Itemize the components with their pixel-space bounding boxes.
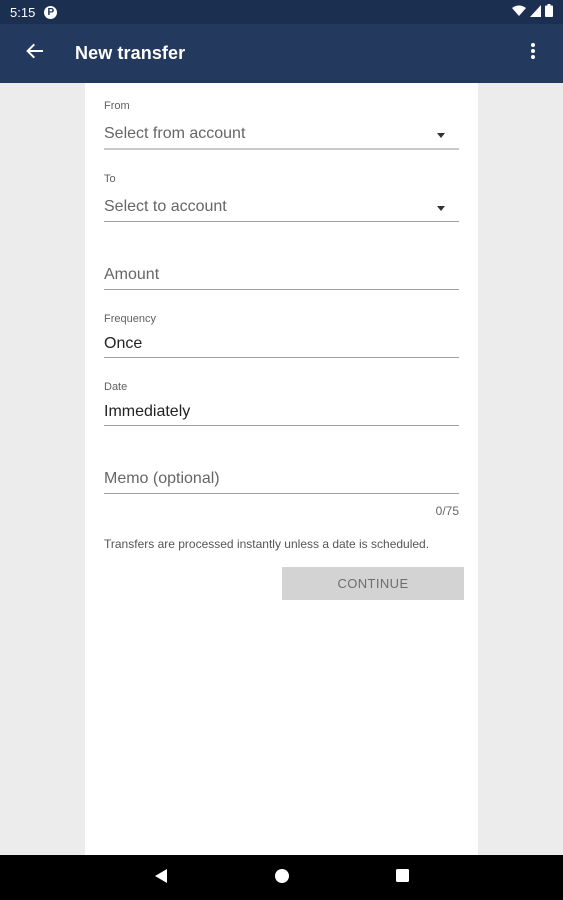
back-button[interactable] — [23, 42, 47, 66]
wifi-icon — [512, 5, 526, 20]
status-time: 5:15 — [10, 4, 36, 20]
date-underline — [104, 425, 459, 426]
nav-recents-icon — [395, 869, 409, 887]
frequency-field[interactable]: Frequency Once — [104, 311, 459, 359]
transfer-card: From Select from account To Select to ac… — [85, 83, 478, 855]
from-value: Select from account — [104, 125, 246, 142]
nav-home-icon — [275, 868, 289, 888]
nav-home-button[interactable] — [272, 868, 292, 888]
memo-placeholder: Memo (optional) — [104, 470, 220, 487]
dropdown-arrow-icon — [437, 206, 445, 211]
from-underline — [104, 148, 459, 150]
more-vert-icon — [531, 43, 535, 64]
date-value: Immediately — [104, 403, 191, 420]
to-value: Select to account — [104, 198, 227, 215]
system-nav-bar — [0, 855, 563, 900]
status-bar: 5:15 P — [0, 0, 563, 24]
memo-char-counter: 0/75 — [435, 504, 459, 518]
helper-text: Transfers are processed instantly unless… — [104, 537, 430, 551]
app-bar: New transfer — [0, 24, 563, 83]
from-label: From — [104, 100, 130, 112]
frequency-underline — [104, 357, 459, 358]
nav-back-button[interactable] — [151, 868, 171, 888]
from-account-select[interactable]: From Select from account — [104, 98, 459, 151]
amount-field[interactable]: Amount — [104, 255, 459, 293]
continue-button[interactable]: CONTINUE — [282, 567, 464, 600]
battery-icon — [545, 4, 553, 20]
frequency-label: Frequency — [104, 313, 156, 325]
nav-recents-button[interactable] — [392, 868, 412, 888]
page-title: New transfer — [75, 43, 186, 63]
amount-placeholder: Amount — [104, 266, 160, 283]
nav-back-icon — [155, 868, 167, 888]
memo-underline — [104, 493, 459, 494]
overflow-menu-button[interactable] — [523, 42, 543, 66]
to-underline — [104, 221, 459, 222]
to-label: To — [104, 173, 116, 185]
notification-badge: P — [44, 5, 58, 19]
amount-underline — [104, 289, 459, 290]
date-field[interactable]: Date Immediately — [104, 379, 459, 427]
dropdown-arrow-icon — [437, 133, 445, 138]
frequency-value: Once — [104, 335, 143, 352]
date-label: Date — [104, 381, 128, 393]
status-icons — [512, 4, 553, 20]
signal-icon — [530, 4, 541, 20]
to-account-select[interactable]: To Select to account — [104, 171, 459, 223]
memo-field[interactable]: Memo (optional) — [104, 459, 459, 495]
arrow-back-icon — [26, 43, 44, 64]
